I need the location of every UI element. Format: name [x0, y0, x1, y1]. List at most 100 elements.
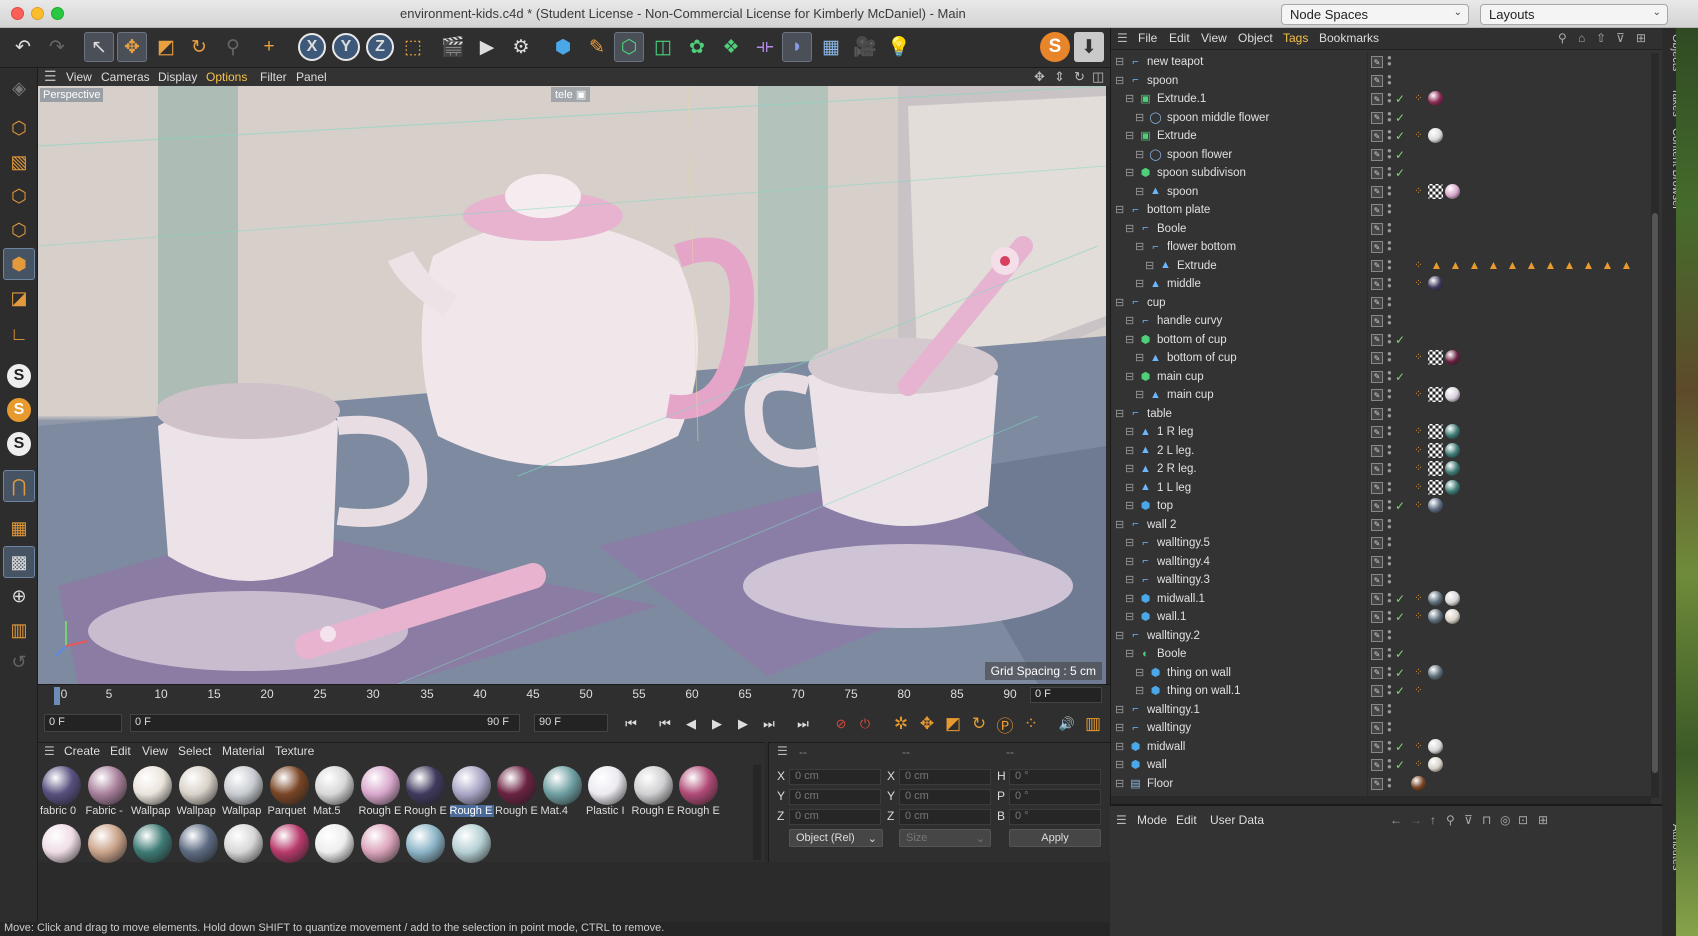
axis-snap-icon[interactable]: ⊕ — [3, 580, 35, 612]
volume-icon[interactable]: ❖ — [716, 32, 746, 62]
timeline-window-icon[interactable]: ▥ — [1082, 713, 1104, 735]
make-editable-icon[interactable]: ◈ — [3, 72, 35, 104]
polygons-mode-icon[interactable]: ⬢ — [3, 248, 35, 280]
vp-menu-filter[interactable]: Filter — [260, 70, 287, 84]
mat-menu-texture[interactable]: Texture — [275, 744, 314, 758]
enabled-check-icon[interactable]: ✓ — [1395, 370, 1405, 384]
minimize-window-button[interactable] — [31, 7, 44, 20]
expand-toggle-icon[interactable]: ⊟ — [1115, 703, 1124, 716]
phong-tag-icon[interactable]: ⁘ — [1411, 276, 1426, 291]
apply-button[interactable]: Apply — [1009, 829, 1101, 847]
object-name[interactable]: 1 R leg — [1157, 426, 1193, 438]
object-row[interactable]: ⊟ ▲ middle ✎ ● ● ⁘ — [1111, 275, 1651, 294]
pos-y-field[interactable]: 0 cm — [789, 789, 881, 805]
size-x-field[interactable]: 0 cm — [899, 769, 991, 785]
expand-toggle-icon[interactable]: ⊟ — [1135, 240, 1144, 253]
material-swatch[interactable]: Rough E — [677, 765, 721, 821]
3d-viewport[interactable]: Perspective tele ▣ Grid Spacing : 5 cm — [38, 86, 1106, 684]
attr-menu-user-data[interactable]: User Data — [1210, 813, 1264, 827]
object-name[interactable]: table — [1147, 408, 1172, 420]
cube-primitive-icon[interactable]: ⬢ — [548, 32, 578, 62]
expand-toggle-icon[interactable]: ⊟ — [1115, 407, 1124, 420]
deformer-icon[interactable]: ⟛ — [750, 32, 780, 62]
object-name[interactable]: wall.1 — [1157, 611, 1186, 623]
object-row[interactable]: ⊟ ⌐ table ✎ ● ● — [1111, 405, 1651, 424]
object-name[interactable]: spoon subdivison — [1157, 167, 1246, 179]
expand-toggle-icon[interactable]: ⊟ — [1135, 666, 1144, 679]
visibility-dots-icon[interactable]: ● ● — [1387, 664, 1393, 678]
material-swatch[interactable]: Plastic I — [586, 765, 630, 821]
object-name[interactable]: midwall.1 — [1157, 593, 1205, 605]
layer-edit-icon[interactable]: ✎ — [1371, 759, 1383, 771]
layer-edit-icon[interactable]: ✎ — [1371, 352, 1383, 364]
enable-snap-icon[interactable]: ⋂ — [3, 470, 35, 502]
phong-tag-icon[interactable]: ⁘ — [1411, 739, 1426, 754]
install-plugin-icon[interactable]: ⬇ — [1074, 32, 1104, 62]
object-row[interactable]: ⊟ ▤ Floor ✎ ● ● — [1111, 775, 1651, 794]
object-name[interactable]: thing on wall.1 — [1167, 685, 1241, 697]
object-row[interactable]: ⊟ ⌐ walltingy.4 ✎ ● ● — [1111, 553, 1651, 572]
om-menu-tags[interactable]: Tags — [1283, 31, 1308, 45]
redo-icon[interactable]: ↷ — [42, 32, 72, 62]
enabled-check-icon[interactable]: ✓ — [1395, 333, 1405, 347]
record-position-icon[interactable]: ✥ — [916, 713, 938, 735]
object-name[interactable]: 1 L leg — [1157, 482, 1191, 494]
object-name[interactable]: Extrude — [1177, 260, 1217, 272]
object-row[interactable]: ⊟ ⌐ bottom plate ✎ ● ● — [1111, 201, 1651, 220]
layer-edit-icon[interactable]: ✎ — [1371, 740, 1383, 753]
material-tag-icon[interactable] — [1445, 424, 1460, 439]
expand-toggle-icon[interactable]: ⊟ — [1115, 296, 1124, 309]
mat-menu-create[interactable]: Create — [64, 744, 100, 758]
size-z-field[interactable]: 0 cm — [899, 809, 991, 825]
object-row[interactable]: ⊟ ⌐ walltingy.2 ✎ ● ● — [1111, 627, 1651, 646]
add-object-icon[interactable]: + — [254, 32, 284, 62]
start-frame-field[interactable]: 0 F — [44, 714, 122, 732]
expand-toggle-icon[interactable]: ⊟ — [1125, 592, 1134, 605]
phong-tag-icon[interactable]: ⁘ — [1411, 498, 1426, 513]
undo-icon[interactable]: ↶ — [8, 32, 38, 62]
texture-mode-icon[interactable]: ▧ — [3, 146, 35, 178]
object-name[interactable]: walltingy.3 — [1157, 574, 1210, 586]
warning-tag-icon[interactable]: ▲ — [1618, 258, 1635, 273]
object-name[interactable]: flower bottom — [1167, 241, 1236, 253]
enabled-check-icon[interactable]: ✓ — [1395, 740, 1405, 754]
warning-tag-icon[interactable]: ▲ — [1599, 258, 1616, 273]
visibility-dots-icon[interactable]: ● ● — [1387, 498, 1393, 512]
layer-edit-icon[interactable]: ✎ — [1371, 629, 1383, 642]
expand-toggle-icon[interactable]: ⊟ — [1125, 314, 1134, 327]
object-name[interactable]: bottom of cup — [1167, 352, 1237, 364]
back-arrow-icon[interactable]: ← — [1390, 813, 1402, 827]
new-window-icon[interactable]: ⊞ — [1636, 31, 1646, 45]
object-name[interactable]: bottom plate — [1147, 204, 1210, 216]
recent-tool-icon[interactable]: ⚲ — [218, 32, 248, 62]
expand-toggle-icon[interactable]: ⊟ — [1135, 277, 1144, 290]
interpolation-icon[interactable]: 🔊 — [1056, 713, 1078, 735]
floor-object-icon[interactable]: ▦ — [816, 32, 846, 62]
visibility-dots-icon[interactable]: ● ● — [1387, 553, 1393, 567]
z-axis-lock-icon[interactable]: Z — [366, 33, 394, 61]
layer-edit-icon[interactable]: ✎ — [1371, 777, 1383, 790]
phong-tag-icon[interactable]: ⁘ — [1411, 683, 1426, 698]
visibility-dots-icon[interactable]: ● ● — [1387, 720, 1393, 734]
phong-tag-icon[interactable]: ⁘ — [1411, 480, 1426, 495]
material-tag-icon[interactable] — [1428, 590, 1443, 606]
select-tool-icon[interactable]: ↖ — [84, 32, 114, 62]
viewport-camera-tag[interactable]: tele ▣ — [551, 87, 591, 102]
object-name[interactable]: walltingy.5 — [1157, 537, 1210, 549]
phong-tag-icon[interactable]: ⁘ — [1411, 387, 1426, 402]
material-swatch[interactable] — [268, 823, 312, 879]
x-axis-lock-icon[interactable]: X — [298, 33, 326, 61]
visibility-dots-icon[interactable]: ● ● — [1387, 239, 1393, 253]
layer-edit-icon[interactable]: ✎ — [1371, 722, 1383, 734]
pos-x-field[interactable]: 0 cm — [789, 769, 881, 785]
layer-edit-icon[interactable]: ✎ — [1371, 481, 1383, 494]
expand-toggle-icon[interactable]: ⊟ — [1125, 647, 1134, 660]
record-rotation-icon[interactable]: ↻ — [968, 713, 990, 735]
layer-edit-icon[interactable]: ✎ — [1371, 666, 1383, 679]
object-name[interactable]: cup — [1147, 297, 1166, 309]
object-name[interactable]: walltingy.4 — [1157, 556, 1210, 568]
lock-icon[interactable]: ⊓ — [1482, 813, 1491, 827]
object-row[interactable]: ⊟ ⬢ thing on wall.1 ✎ ● ● ✓ ⁘ — [1111, 682, 1651, 701]
model-mode-icon[interactable]: ⬡ — [3, 112, 35, 144]
object-row[interactable]: ⊟ ▲ 2 R leg. ✎ ● ● ⁘ — [1111, 460, 1651, 479]
